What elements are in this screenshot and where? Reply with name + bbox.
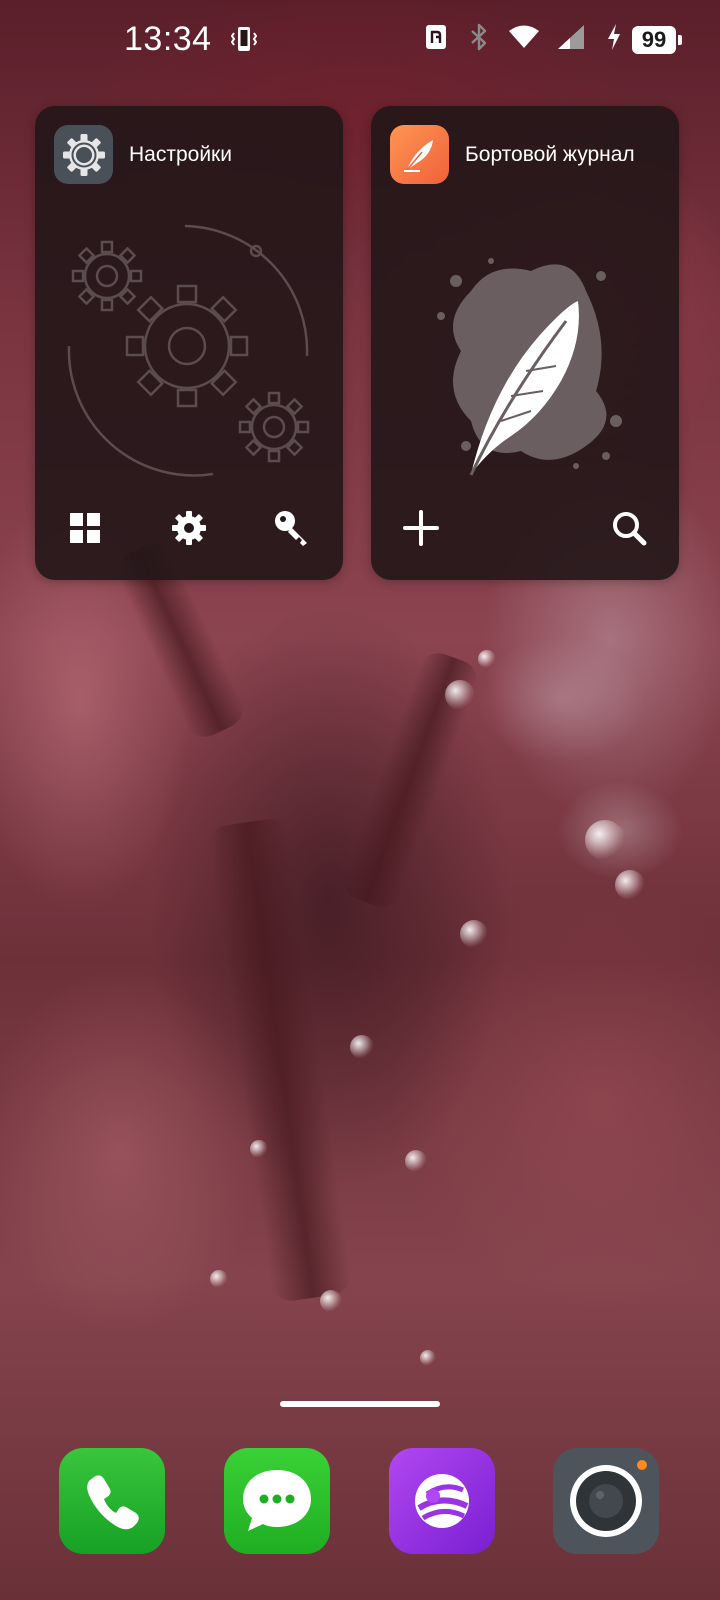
charging-icon xyxy=(606,23,622,56)
feather-illustration xyxy=(437,258,622,476)
camera-icon xyxy=(570,1465,642,1537)
browser-icon xyxy=(415,1474,469,1528)
cellular-signal-icon xyxy=(556,23,586,56)
journal-widget-title[interactable]: Бортовой журнал xyxy=(465,143,635,167)
settings-gear-button[interactable] xyxy=(159,498,219,558)
feather-icon[interactable] xyxy=(390,125,449,184)
key-icon xyxy=(275,511,307,546)
search-icon xyxy=(613,512,647,546)
key-button[interactable] xyxy=(262,498,322,558)
home-indicator[interactable] xyxy=(280,1401,440,1407)
journal-widget[interactable]: Бортовой журнал xyxy=(371,106,679,580)
clock: 13:34 xyxy=(124,20,212,58)
messages-app[interactable] xyxy=(224,1448,330,1554)
battery-level: 99 xyxy=(641,26,667,52)
vibrate-icon xyxy=(230,24,258,59)
phone-icon xyxy=(87,1475,139,1530)
settings-widget-header[interactable]: Настройки xyxy=(54,125,232,184)
browser-app[interactable] xyxy=(389,1448,495,1554)
phone-app[interactable] xyxy=(59,1448,165,1554)
battery-icon: 99 xyxy=(632,25,682,54)
messages-icon xyxy=(243,1470,311,1531)
bluetooth-icon xyxy=(468,22,490,57)
journal-widget-header[interactable]: Бортовой журнал xyxy=(390,125,635,184)
camera-indicator-dot xyxy=(637,1460,647,1470)
gears-illustration xyxy=(67,224,310,477)
add-entry-button[interactable] xyxy=(391,498,451,558)
gear-icon xyxy=(172,511,206,545)
status-bar: 13:34 99 xyxy=(0,0,720,84)
nfc-icon xyxy=(424,23,448,56)
gear-icon[interactable] xyxy=(54,125,113,184)
apps-grid-icon xyxy=(70,513,100,543)
settings-widget-title[interactable]: Настройки xyxy=(129,143,232,167)
camera-app[interactable] xyxy=(553,1448,659,1554)
plus-icon xyxy=(403,510,439,546)
wifi-icon xyxy=(508,24,540,55)
search-button[interactable] xyxy=(599,498,659,558)
settings-widget[interactable]: Настройки xyxy=(35,106,343,580)
apps-grid-button[interactable] xyxy=(55,498,115,558)
